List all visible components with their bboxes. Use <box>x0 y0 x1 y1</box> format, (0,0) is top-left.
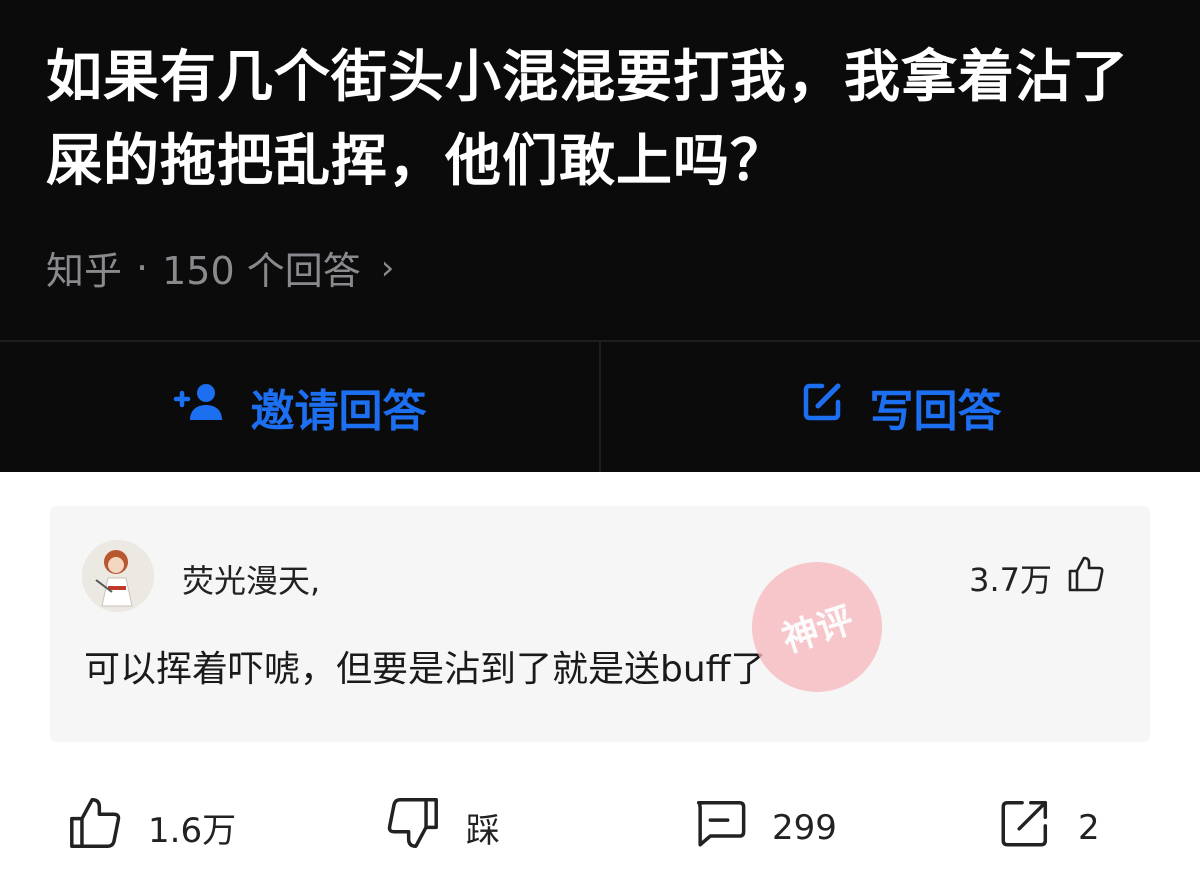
question-title[interactable]: 如果有几个街头小混混要打我，我拿着沾了屎的拖把乱挥，他们敢上吗？ <box>46 36 1166 204</box>
dislike-label: 踩 <box>466 811 500 851</box>
like-button[interactable]: 1.6万 <box>66 794 236 861</box>
invite-answer-label: 邀请回答 <box>250 386 427 437</box>
source-label: 知乎 <box>46 249 123 293</box>
share-icon <box>996 794 1054 861</box>
comment-content: 可以挥着吓唬，但要是沾到了就是送buff了 <box>84 649 767 690</box>
answer-count: 150 个回答 <box>162 249 361 293</box>
question-header: 如果有几个街头小混混要打我，我拿着沾了屎的拖把乱挥，他们敢上吗？ 知乎 · 15… <box>0 0 1200 472</box>
edit-icon <box>800 380 844 435</box>
thumbs-down-icon <box>384 794 442 861</box>
like-count: 1.6万 <box>148 811 237 851</box>
write-answer-button[interactable]: 写回答 <box>601 342 1200 472</box>
invite-answer-button[interactable]: 邀请回答 <box>0 342 601 472</box>
comment-card[interactable]: 荧光漫天, 3.7万 可以挥着吓唬，但要是沾到了就是送buff了 <box>50 506 1150 742</box>
comment-count: 299 <box>772 807 837 848</box>
answer-action-bar: 邀请回答 写回答 <box>0 340 1200 472</box>
question-meta[interactable]: 知乎 · 150 个回答 › <box>46 240 394 295</box>
share-button[interactable]: 2 <box>996 794 1100 861</box>
dislike-button[interactable]: 踩 <box>384 794 500 861</box>
comment-button[interactable]: 299 <box>690 794 837 861</box>
share-count: 2 <box>1078 807 1100 848</box>
comment-like[interactable]: 3.7万 <box>969 554 1106 602</box>
thumbs-up-icon <box>1066 554 1106 602</box>
write-answer-label: 写回答 <box>869 386 1002 437</box>
comment-like-count: 3.7万 <box>969 561 1052 599</box>
add-user-icon <box>173 382 225 433</box>
comment-icon <box>690 794 748 861</box>
thumbs-up-icon <box>66 794 124 861</box>
avatar[interactable] <box>82 540 154 612</box>
bottom-action-bar: 1.6万 踩 299 2 <box>0 780 1200 870</box>
meta-separator: · <box>136 245 149 290</box>
comment-username[interactable]: 荧光漫天, <box>182 556 320 602</box>
chevron-right-icon: › <box>380 247 395 288</box>
